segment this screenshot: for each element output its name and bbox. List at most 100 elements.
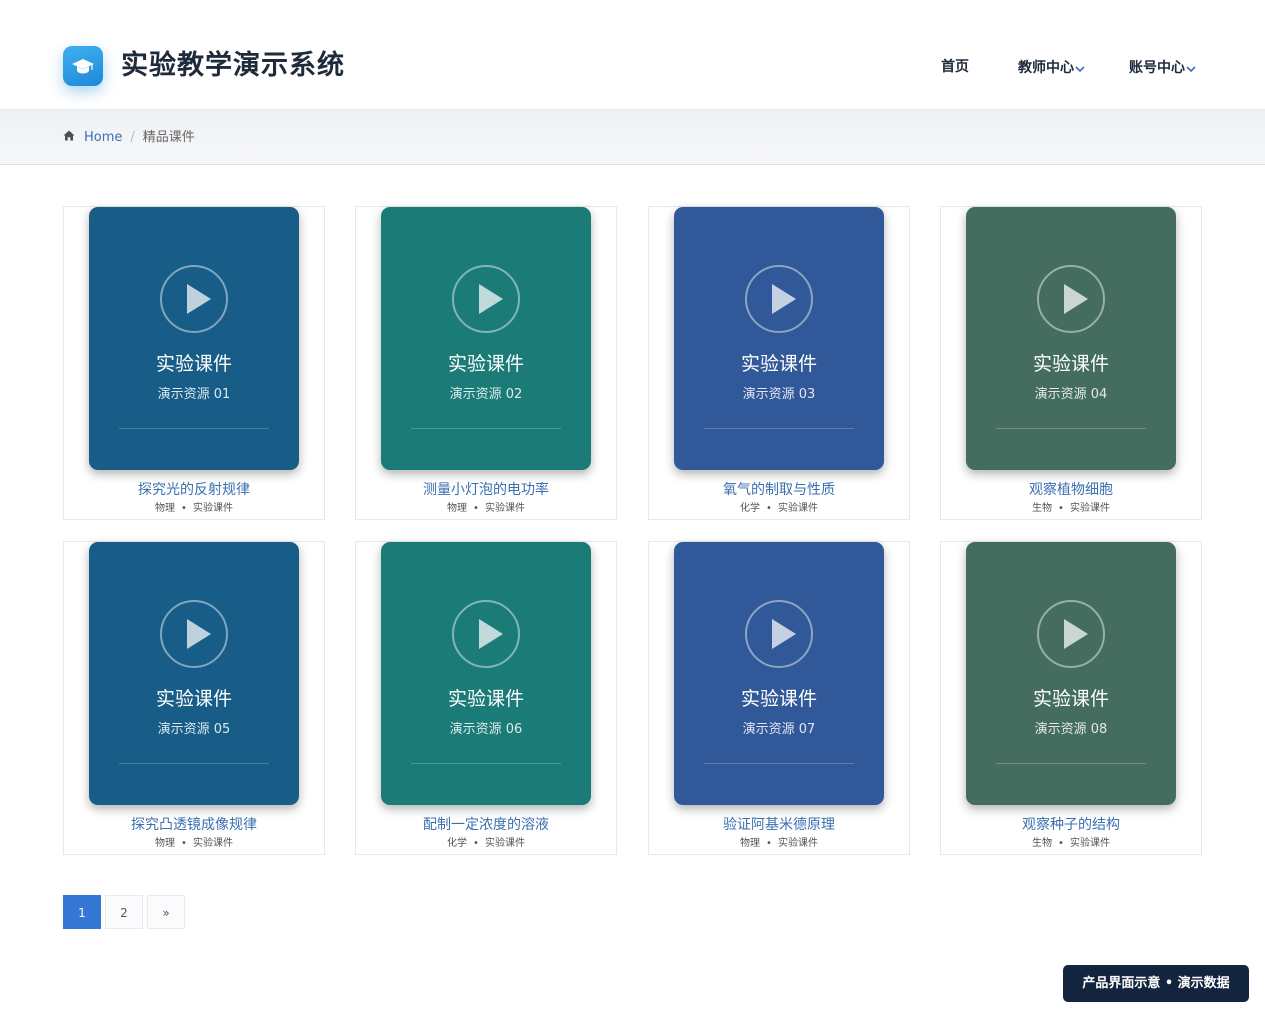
meta-separator: • <box>1058 503 1064 514</box>
course-subject: 化学 <box>740 503 761 514</box>
next-page-button[interactable]: » <box>147 895 185 929</box>
course-title-link[interactable]: 探究光的反射规律 <box>64 480 324 500</box>
cover-divider <box>996 428 1146 429</box>
course-meta: 化学 • 实验课件 <box>356 837 616 851</box>
meta-separator: • <box>473 838 479 849</box>
nav-item-teacher-center[interactable]: 教师中心 <box>1018 58 1085 78</box>
course-card[interactable]: 实验课件 演示资源 03 氧气的制取与性质化学 • 实验课件 <box>648 206 910 520</box>
course-card[interactable]: 实验课件 演示资源 05 探究凸透镜成像规律 物理 • 实验课件 <box>63 541 325 855</box>
cover-subtitle: 演示资源 02 <box>449 387 523 402</box>
cover-divider <box>119 428 269 429</box>
course-type: 实验课件 <box>1069 503 1110 514</box>
course-subject: 生物 <box>1032 503 1053 514</box>
course-cover[interactable]: 实验课件 演示资源 06 <box>381 542 591 805</box>
site-title[interactable]: 实验教学演示系统 <box>121 48 345 84</box>
course-meta: 物理 • 实验课件 <box>356 502 616 516</box>
breadcrumb-current: 精品课件 <box>142 130 195 145</box>
breadcrumb-separator: / <box>130 130 135 145</box>
play-icon[interactable] <box>745 600 813 668</box>
course-cover[interactable]: 实验课件 演示资源 04 <box>966 207 1176 470</box>
cover-divider <box>411 428 561 429</box>
page-button-1[interactable]: 1 <box>63 895 101 929</box>
course-cover[interactable]: 实验课件 演示资源 01 <box>89 207 299 470</box>
meta-separator: • <box>766 838 772 849</box>
cover-subtitle: 演示资源 07 <box>742 722 816 737</box>
course-meta: 物理 • 实验课件 <box>649 837 909 851</box>
cover-subtitle: 演示资源 08 <box>1034 722 1108 737</box>
play-icon[interactable] <box>160 600 228 668</box>
course-subject: 生物 <box>1032 838 1053 849</box>
course-subject: 物理 <box>447 503 468 514</box>
course-type: 实验课件 <box>192 838 233 849</box>
course-type: 实验课件 <box>484 838 525 849</box>
nav-item-label: 教师中心 <box>1018 60 1074 76</box>
cover-divider <box>704 428 854 429</box>
cover-title: 实验课件 <box>740 688 817 710</box>
course-type: 实验课件 <box>777 503 818 514</box>
nav-item-account-center[interactable]: 账号中心 <box>1129 58 1196 78</box>
course-card[interactable]: 实验课件 演示资源 07 验证阿基米德原理 物理 • 实验课件 <box>648 541 910 855</box>
course-title-link[interactable]: 测量小灯泡的电功率 <box>356 480 616 500</box>
meta-separator: • <box>1058 838 1064 849</box>
cover-divider <box>704 763 854 764</box>
cover-title: 实验课件 <box>740 353 817 375</box>
play-icon[interactable] <box>1037 600 1105 668</box>
course-type: 实验课件 <box>777 838 818 849</box>
play-icon[interactable] <box>452 600 520 668</box>
course-cover[interactable]: 实验课件 演示资源 03 <box>674 207 884 470</box>
cover-subtitle: 演示资源 06 <box>449 722 523 737</box>
nav-item-label: 首页 <box>941 59 969 75</box>
cover-subtitle: 演示资源 04 <box>1034 387 1108 402</box>
cover-title: 实验课件 <box>155 353 232 375</box>
course-card[interactable]: 实验课件演示资源 08 观察种子的结构生物 • 实验课件 <box>940 541 1202 855</box>
site-header: 实验教学演示系统 首页 教师中心 账号中心 <box>0 0 1265 110</box>
course-cover[interactable]: 实验课件演示资源 08 <box>966 542 1176 805</box>
page-button-2[interactable]: 2 <box>105 895 143 929</box>
course-subject: 化学 <box>447 838 468 849</box>
course-cover[interactable]: 实验课件演示资源 05 <box>89 542 299 805</box>
course-meta: 物理 • 实验课件 <box>64 502 324 516</box>
course-cover[interactable]: 实验课件演示资源 02 <box>381 207 591 470</box>
graduation-cap-icon[interactable] <box>63 46 103 86</box>
nav-item-home[interactable]: 首页 <box>941 58 969 76</box>
course-card[interactable]: 实验课件 演示资源 06 配制一定浓度的溶液 化学 • 实验课件 <box>355 541 617 855</box>
meta-separator: • <box>181 838 187 849</box>
course-type: 实验课件 <box>484 503 525 514</box>
course-title-link[interactable]: 探究凸透镜成像规律 <box>64 815 324 835</box>
cover-divider <box>996 763 1146 764</box>
play-icon[interactable] <box>160 265 228 333</box>
nav-item-label: 账号中心 <box>1129 60 1185 76</box>
cover-title: 实验课件 <box>155 688 232 710</box>
play-icon[interactable] <box>1037 265 1105 333</box>
course-card[interactable]: 实验课件 演示资源 04 观察植物细胞 生物 • 实验课件 <box>940 206 1202 520</box>
course-meta: 物理 • 实验课件 <box>64 837 324 851</box>
course-subject: 物理 <box>155 503 176 514</box>
course-title-link[interactable]: 观察种子的结构 <box>941 815 1201 835</box>
course-title-link[interactable]: 观察植物细胞 <box>941 480 1201 500</box>
breadcrumb-home-link[interactable]: Home <box>84 130 122 146</box>
play-icon[interactable] <box>745 265 813 333</box>
course-title-link[interactable]: 氧气的制取与性质 <box>649 480 909 500</box>
meta-separator: • <box>766 503 772 514</box>
course-subject: 物理 <box>740 838 761 849</box>
course-cover[interactable]: 实验课件演示资源 07 <box>674 542 884 805</box>
course-card[interactable]: 实验课件 演示资源 02 测量小灯泡的电功率 物理 • 实验课件 <box>355 206 617 520</box>
course-card[interactable]: 实验课件 演示资源 01 探究光的反射规律物理 • 实验课件 <box>63 206 325 520</box>
course-meta: 生物 • 实验课件 <box>941 837 1201 851</box>
meta-separator: • <box>181 503 187 514</box>
chevron-down-icon <box>1075 60 1085 78</box>
home-icon <box>63 130 75 146</box>
cover-divider <box>119 763 269 764</box>
meta-separator: • <box>473 503 479 514</box>
cover-title: 实验课件 <box>1032 688 1109 710</box>
breadcrumb-bar: Home / 精品课件 <box>0 110 1265 165</box>
course-title-link[interactable]: 验证阿基米德原理 <box>649 815 909 835</box>
chevron-down-icon <box>1186 60 1196 78</box>
cover-subtitle: 演示资源 05 <box>157 722 231 737</box>
course-meta: 生物 • 实验课件 <box>941 502 1201 516</box>
cover-divider <box>411 763 561 764</box>
course-title-link[interactable]: 配制一定浓度的溶液 <box>356 815 616 835</box>
course-type: 实验课件 <box>192 503 233 514</box>
play-icon[interactable] <box>452 265 520 333</box>
cover-title: 实验课件 <box>447 353 524 375</box>
